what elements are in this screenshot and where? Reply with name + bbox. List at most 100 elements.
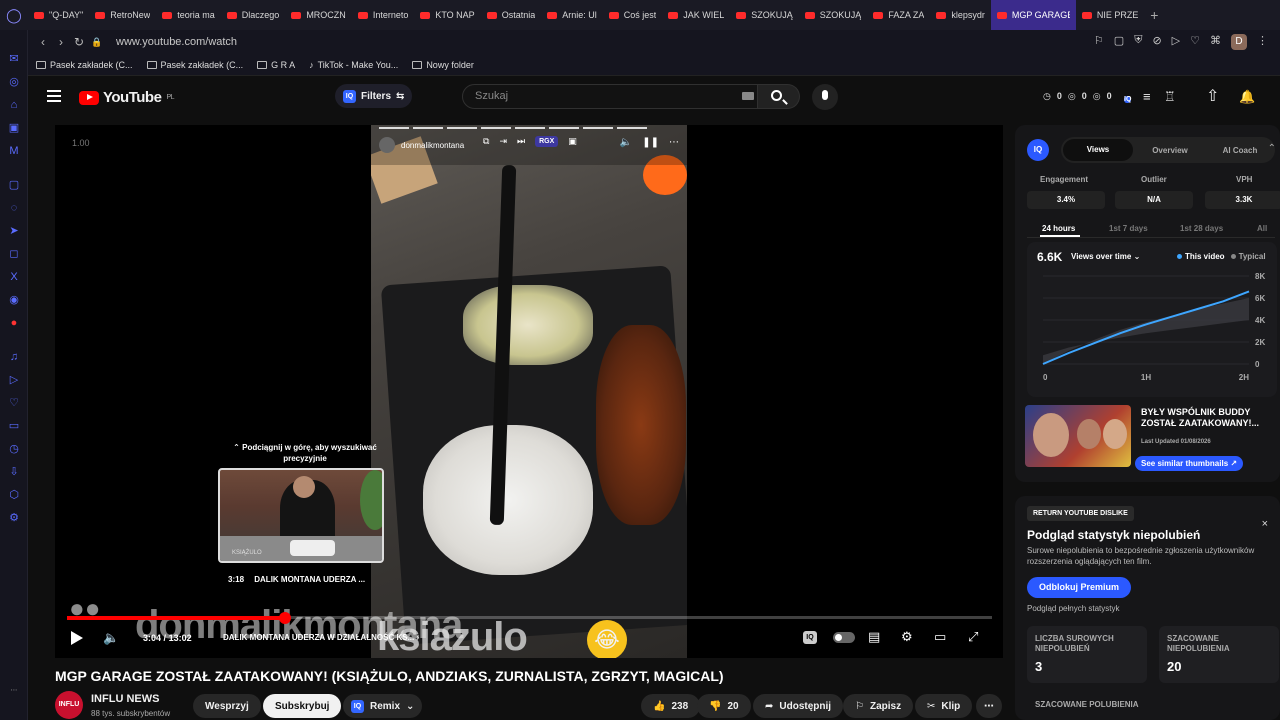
share-button[interactable]: ➦ Udostępnij [753, 694, 844, 718]
browser-tab[interactable]: MGP GARAGE ZO [990, 0, 1076, 30]
menu-icon[interactable]: ⋯ [7, 684, 21, 698]
channel-avatar[interactable]: INFLU [55, 691, 83, 719]
similar-thumbnails-button[interactable]: See similar thumbnails ↗ [1135, 456, 1244, 471]
search-input[interactable]: Szukaj [462, 84, 758, 109]
person-icon[interactable]: ⌂ [7, 98, 21, 112]
browser-tab[interactable]: RetroNew [89, 0, 156, 30]
opera-logo-icon[interactable]: ◯ [0, 0, 28, 30]
captions-icon[interactable]: ▤ [868, 629, 880, 645]
twitch-icon[interactable]: ▢ [7, 178, 21, 192]
messenger-icon[interactable]: ◌ [7, 201, 21, 215]
pause-icon[interactable]: ❚❚ [642, 137, 659, 148]
pin-icon[interactable]: ⚐ [1094, 34, 1104, 50]
filters-button[interactable]: IQ Filters ⇆ [335, 84, 413, 108]
tab-overview[interactable]: Overview [1135, 146, 1205, 155]
more-actions-button[interactable]: ⋯ [976, 694, 1002, 718]
theater-mode-icon[interactable]: ▭ [934, 629, 946, 645]
music-icon[interactable]: ♫ [7, 350, 21, 364]
remix-button[interactable]: IQ Remix ⌄ [343, 694, 423, 718]
m-icon[interactable]: M [7, 144, 21, 158]
bookmark-folder-2[interactable]: Pasek zakładek (C... [146, 60, 243, 70]
browser-tab[interactable]: Arnie: Ul [541, 0, 603, 30]
browser-tab[interactable]: Ostatnia [481, 0, 542, 30]
browser-tab[interactable]: JAK WIEL [662, 0, 730, 30]
vidiq-menu-icon[interactable]: ≡ [1143, 89, 1151, 104]
rgx-badge[interactable]: RGX [535, 136, 559, 147]
support-button[interactable]: Wesprzyj [193, 694, 261, 718]
close-icon[interactable]: × [1262, 518, 1268, 530]
browser-tab[interactable]: KTO NAP [414, 0, 480, 30]
chapter-title[interactable]: DALIK MONTANA UDERZA W DZIAŁALNOŚĆ KS...… [223, 633, 419, 642]
browser-tab[interactable]: klepsydr [930, 0, 991, 30]
full-stats-link[interactable]: Podgląd pełnych statystyk [1027, 604, 1120, 613]
tab-views[interactable]: Views [1063, 139, 1133, 161]
exit-icon[interactable]: ⇥ [499, 136, 507, 147]
discord-icon[interactable]: ◉ [7, 293, 21, 307]
instagram-icon[interactable]: ◻ [7, 247, 21, 261]
search-button[interactable] [758, 84, 800, 109]
bookmark-folder-1[interactable]: Pasek zakładek (C... [36, 60, 133, 70]
tools-icon[interactable]: ▣ [7, 121, 21, 135]
more-icon[interactable]: ⋯ [669, 137, 679, 148]
period-28d[interactable]: 1st 28 days [1180, 224, 1223, 233]
video-frame[interactable]: donmalikmontana ⧉ ⇥ ⏭ RGX ▣ 🔈 ❚❚ ⋯ [371, 125, 687, 658]
subscribe-button[interactable]: Subskrybuj [263, 694, 342, 718]
youtube-logo[interactable]: YouTube PL [79, 89, 174, 106]
play-icon[interactable] [71, 631, 83, 645]
profile-avatar[interactable]: D [1231, 34, 1247, 50]
browser-tab[interactable]: "Q-DAY" [28, 0, 89, 30]
collapse-chevron-icon[interactable]: ⌃ [1268, 143, 1276, 154]
video-player[interactable]: 1.00 donmalikmontana ⧉ ⇥ ⏭ RGX ▣ 🔈 ❚❚ ⋯ … [55, 125, 1003, 658]
settings-gear-icon[interactable]: ⚙ [901, 629, 913, 645]
period-24h[interactable]: 24 hours [1042, 224, 1075, 233]
upload-icon[interactable]: ⇧ [1206, 86, 1219, 106]
period-all[interactable]: All [1257, 224, 1267, 233]
play-icon[interactable]: ▷ [7, 373, 21, 387]
snapshot-icon[interactable]: ▢ [1114, 34, 1124, 50]
favorite-icon[interactable]: ♡ [1190, 34, 1200, 50]
channel-name[interactable]: INFLU NEWS [91, 693, 159, 705]
new-tab-button[interactable]: + [1144, 7, 1164, 23]
block-icon[interactable]: ⊘ [1152, 34, 1161, 50]
autoplay-toggle[interactable] [833, 632, 855, 643]
save-button[interactable]: ⚐ Zapisz [843, 694, 914, 718]
download-icon[interactable]: ⇩ [7, 465, 21, 479]
copy-icon[interactable]: ⧉ [483, 136, 489, 147]
browser-tab[interactable]: MROCZN [285, 0, 352, 30]
browser-menu-icon[interactable]: ⋮ [1257, 34, 1268, 50]
next-icon[interactable]: ⏭ [517, 136, 525, 147]
browser-tab[interactable]: SZOKUJĄ [730, 0, 799, 30]
video-thumbnail[interactable] [1025, 405, 1131, 467]
reload-icon[interactable]: ↻ [70, 35, 88, 49]
forward-icon[interactable]: › [52, 35, 70, 49]
ai-icon[interactable]: ◎ [7, 75, 21, 89]
bookmark-folder-gra[interactable]: G R A [257, 60, 295, 70]
browser-tab[interactable]: teoria ma [156, 0, 221, 30]
messages-icon[interactable]: ✉ [7, 52, 21, 66]
cube-icon[interactable]: ⬡ [7, 488, 21, 502]
bookmark-tiktok[interactable]: ♪ TikTok - Make You... [309, 60, 398, 70]
x-icon[interactable]: X [7, 270, 21, 284]
vidiq-badge-icon[interactable]: IQ [1124, 89, 1132, 106]
tab-ai-coach[interactable]: AI Coach [1205, 146, 1275, 155]
browser-tab[interactable]: FAZA ZA [867, 0, 930, 30]
hamburger-menu-icon[interactable] [47, 90, 61, 102]
send-icon[interactable]: ▷ [1172, 34, 1180, 50]
keyboard-icon[interactable] [742, 92, 754, 100]
history-icon[interactable]: ◷ [7, 442, 21, 456]
extensions-icon[interactable]: ⌘ [1210, 34, 1221, 50]
period-7d[interactable]: 1st 7 days [1109, 224, 1148, 233]
voice-search-button[interactable] [812, 84, 838, 110]
browser-tab[interactable]: Interneto [352, 0, 415, 30]
wallet-icon[interactable]: ▭ [7, 419, 21, 433]
browser-tab[interactable]: Dlaczego [221, 0, 286, 30]
pip-icon[interactable]: ▣ [568, 136, 577, 147]
extension-icon[interactable]: ● [7, 316, 21, 330]
vidiq-player-icon[interactable]: IQ [803, 631, 817, 644]
telegram-icon[interactable]: ➤ [7, 224, 21, 238]
settings-icon[interactable]: ⚙ [7, 511, 21, 525]
like-button[interactable]: 👍 238 [641, 694, 701, 718]
browser-tab[interactable]: NIE PRZE [1076, 0, 1145, 30]
dislike-button[interactable]: 👎 20 [697, 694, 751, 718]
vpn-icon[interactable]: ⛨ [1134, 34, 1142, 50]
